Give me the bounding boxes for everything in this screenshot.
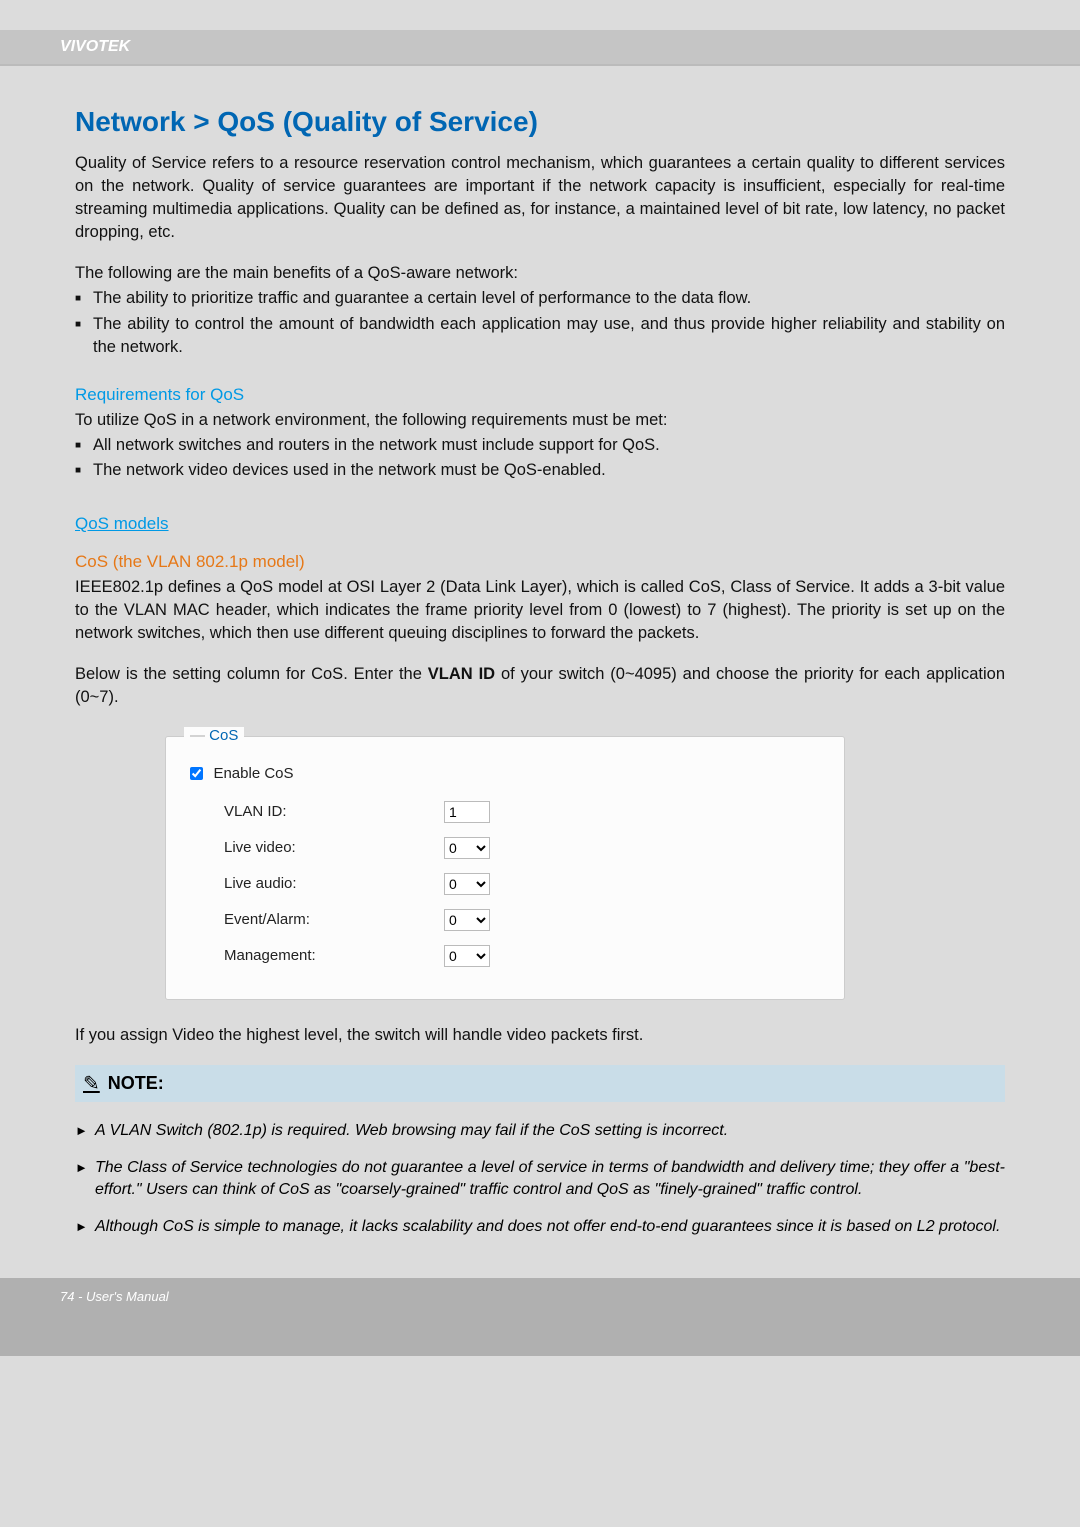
management-row: Management: 0 <box>190 945 820 967</box>
cos-settings-panel: CoS Enable CoS VLAN ID: Live video: 0 Li… <box>165 736 845 1000</box>
note-item: A VLAN Switch (802.1p) is required. Web … <box>75 1120 1005 1142</box>
qos-models-heading: QoS models <box>75 514 1005 534</box>
requirement-item: The network video devices used in the ne… <box>75 459 1005 482</box>
panel-legend: CoS <box>184 727 244 744</box>
footer-text: 74 - User's Manual <box>60 1289 169 1304</box>
requirement-item: All network switches and routers in the … <box>75 434 1005 457</box>
live-audio-row: Live audio: 0 <box>190 873 820 895</box>
live-audio-label: Live audio: <box>224 875 444 892</box>
event-alarm-label: Event/Alarm: <box>224 911 444 928</box>
pencil-icon: ✎ <box>83 1071 100 1096</box>
benefit-item: The ability to control the amount of ban… <box>75 313 1005 359</box>
management-label: Management: <box>224 947 444 964</box>
cos-below-paragraph: Below is the setting column for CoS. Ent… <box>75 663 1005 709</box>
vlan-id-input[interactable] <box>444 801 490 823</box>
event-alarm-select[interactable]: 0 <box>444 909 490 931</box>
benefit-item: The ability to prioritize traffic and gu… <box>75 287 1005 310</box>
cos-below-a: Below is the setting column for CoS. Ent… <box>75 665 428 683</box>
live-video-row: Live video: 0 <box>190 837 820 859</box>
benefits-intro: The following are the main benefits of a… <box>75 262 1005 285</box>
requirements-list: All network switches and routers in the … <box>75 434 1005 482</box>
requirements-intro: To utilize QoS in a network environment,… <box>75 409 1005 432</box>
brand-text: VIVOTEK <box>60 38 130 55</box>
page-footer: 74 - User's Manual <box>0 1278 1080 1356</box>
enable-cos-label: Enable CoS <box>213 765 293 782</box>
cos-paragraph: IEEE802.1p defines a QoS model at OSI La… <box>75 576 1005 645</box>
page-content: Network > QoS (Quality of Service) Quali… <box>0 106 1080 1238</box>
after-panel-text: If you assign Video the highest level, t… <box>75 1024 1005 1047</box>
note-label: NOTE: <box>108 1073 164 1094</box>
event-alarm-row: Event/Alarm: 0 <box>190 909 820 931</box>
live-audio-select[interactable]: 0 <box>444 873 490 895</box>
page-header: VIVOTEK <box>0 30 1080 66</box>
enable-cos-checkbox[interactable] <box>190 767 203 780</box>
vlan-id-label: VLAN ID: <box>224 803 444 820</box>
live-video-select[interactable]: 0 <box>444 837 490 859</box>
live-video-label: Live video: <box>224 839 444 856</box>
note-item: Although CoS is simple to manage, it lac… <box>75 1216 1005 1238</box>
benefits-list: The ability to prioritize traffic and gu… <box>75 287 1005 358</box>
vlan-id-row: VLAN ID: <box>190 801 820 823</box>
intro-paragraph-1: Quality of Service refers to a resource … <box>75 152 1005 244</box>
management-select[interactable]: 0 <box>444 945 490 967</box>
cos-below-b: VLAN ID <box>428 665 495 683</box>
note-banner: ✎ NOTE: <box>75 1065 1005 1102</box>
cos-heading: CoS (the VLAN 802.1p model) <box>75 552 1005 572</box>
enable-cos-row: Enable CoS <box>190 765 820 783</box>
note-list: A VLAN Switch (802.1p) is required. Web … <box>75 1120 1005 1238</box>
requirements-heading: Requirements for QoS <box>75 385 1005 405</box>
note-item: The Class of Service technologies do not… <box>75 1157 1005 1200</box>
page-title: Network > QoS (Quality of Service) <box>75 106 1005 138</box>
